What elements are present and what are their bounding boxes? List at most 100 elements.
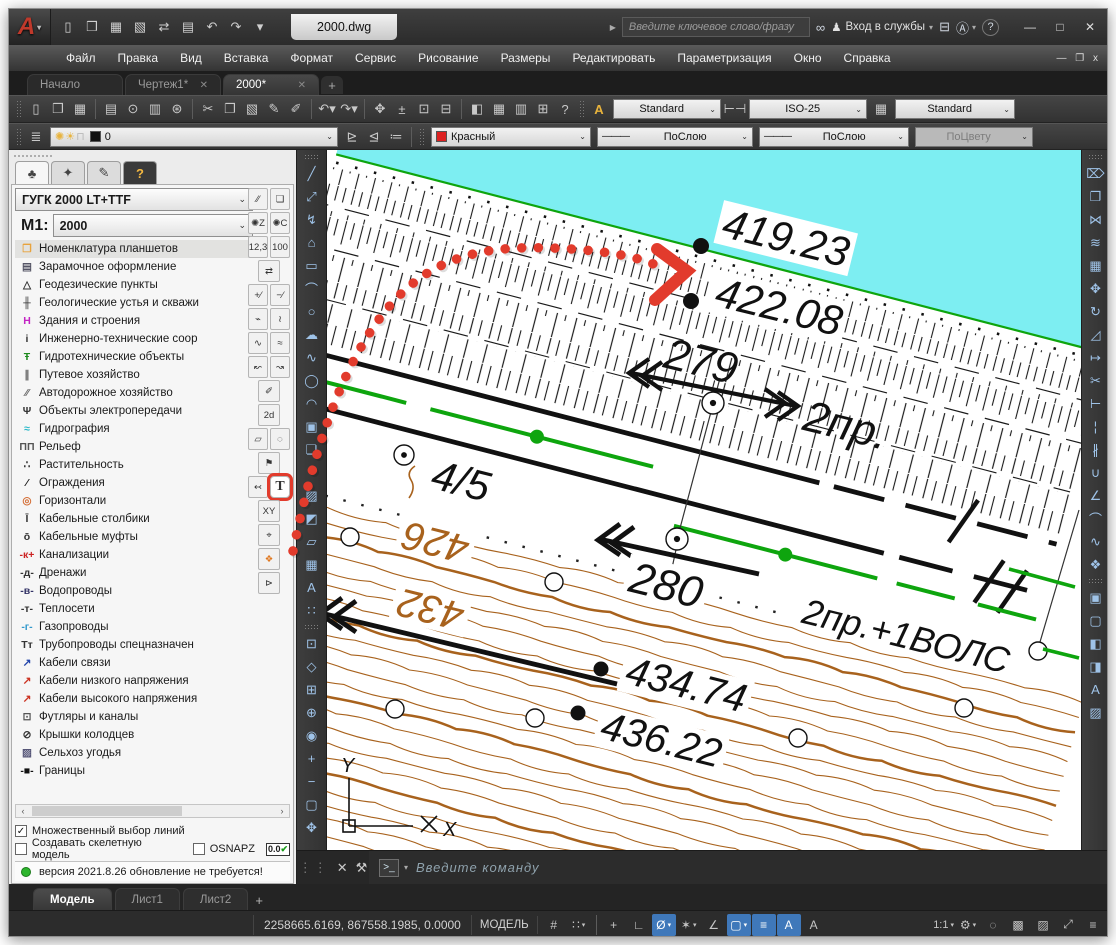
list-item[interactable]: ▨Сельхоз угодья: [15, 744, 253, 762]
color-combo[interactable]: Красный⌄: [431, 127, 591, 147]
menu-3[interactable]: Вид: [169, 47, 213, 69]
zoom-out-button[interactable]: −: [300, 770, 324, 793]
draw-line-button[interactable]: ╱: [300, 162, 324, 185]
scrollbar-thumb[interactable]: [32, 806, 182, 816]
lineweight-combo[interactable]: ———ПоСлою⌄: [597, 127, 753, 147]
copy-button[interactable]: ❐: [1084, 185, 1108, 208]
draw-polyline-button[interactable]: ↯: [300, 208, 324, 231]
select-linetype-button[interactable]: ∕∕: [248, 188, 268, 210]
text-style-icon[interactable]: A: [588, 98, 610, 120]
arrow-curve-alt-button[interactable]: ↝: [270, 356, 290, 378]
break-at-point-button[interactable]: ¦: [1084, 415, 1108, 438]
selection-cycling-button[interactable]: ▢▾: [727, 914, 751, 936]
draw-arc-button[interactable]: ⌒: [300, 277, 324, 300]
classifier-combo[interactable]: ГУГК 2000 LT+TTF⌄: [15, 188, 253, 211]
tools-wrench-icon[interactable]: ⚒: [356, 860, 368, 876]
erase-button[interactable]: ⌦: [1084, 162, 1108, 185]
qat-saveas-button[interactable]: ▧: [129, 16, 151, 38]
list-item[interactable]: ⁄⁄Автодорожное хозяйство: [15, 384, 253, 402]
command-line[interactable]: ⋮⋮ ✕ ⚒ >_ ▾ Введите команду: [297, 850, 1108, 884]
scale-button[interactable]: ◿: [1084, 323, 1108, 346]
menu-1[interactable]: Файл: [55, 47, 107, 69]
lasso-contour-button[interactable]: ◌: [270, 428, 290, 450]
blend-curves-button[interactable]: ∿: [1084, 530, 1108, 553]
search-input[interactable]: Введите ключевое слово/фразу: [622, 17, 810, 37]
close-command-icon[interactable]: ✕: [337, 860, 348, 876]
toolbar-grip[interactable]: [419, 128, 425, 146]
palette-grip[interactable]: [13, 151, 53, 160]
model-space-button[interactable]: МОДЕЛЬ: [472, 916, 538, 934]
list-item[interactable]: -к+Канализации: [15, 546, 253, 564]
list-item[interactable]: △Геодезические пункты: [15, 276, 253, 294]
annotation-visibility-button[interactable]: A: [777, 914, 801, 936]
open-file-button[interactable]: ❒: [47, 98, 69, 120]
zoom-all-button[interactable]: ▢: [300, 793, 324, 816]
list-item[interactable]: ∥Путевое хозяйство: [15, 366, 253, 384]
trim-button[interactable]: ✂: [1084, 369, 1108, 392]
layer-previous-button[interactable]: ⊴: [363, 126, 385, 148]
qat-new-button[interactable]: ▯: [57, 16, 79, 38]
multi-select-checkbox[interactable]: ✓: [15, 825, 27, 837]
draw-xline-button[interactable]: ⤢: [300, 185, 324, 208]
qat-open-button[interactable]: ❒: [81, 16, 103, 38]
polar-tracking-button[interactable]: ✶▾: [677, 914, 701, 936]
draw-table-button[interactable]: ▦: [300, 553, 324, 576]
qat-undo-button[interactable]: ↶: [201, 16, 223, 38]
match-properties-button[interactable]: ✎: [263, 98, 285, 120]
arrow-curve-button[interactable]: ↜: [248, 356, 268, 378]
list-item[interactable]: -т-Теплосети: [15, 600, 253, 618]
maximize-button[interactable]: □: [1045, 15, 1075, 39]
table-style-combo[interactable]: Standard⌄: [895, 99, 1015, 119]
menu-4[interactable]: Вставка: [213, 47, 280, 69]
command-input[interactable]: Введите команду: [416, 860, 540, 875]
command-grip[interactable]: ⋮⋮: [299, 860, 329, 876]
tool-palettes-button[interactable]: ▥: [510, 98, 532, 120]
swap-direction-button[interactable]: ⇄: [258, 260, 280, 282]
signin-button[interactable]: ♟Вход в службы▾: [831, 20, 933, 34]
toolbar-grip[interactable]: [304, 624, 320, 630]
dynamic-input-button[interactable]: ∠: [702, 914, 726, 936]
menu-5[interactable]: Формат: [279, 47, 344, 69]
curve-tool-alt-button[interactable]: ≈: [270, 332, 290, 354]
draw-polygon-button[interactable]: ⌂: [300, 231, 324, 254]
list-item[interactable]: ▤Зарамочное оформление: [15, 258, 253, 276]
customize-menu-button[interactable]: ≡: [1081, 914, 1105, 936]
zoom-center-button[interactable]: ⊕: [300, 701, 324, 724]
stretch-button[interactable]: ↦: [1084, 346, 1108, 369]
blocks-convert-button[interactable]: ❖: [258, 548, 280, 570]
close-button[interactable]: ✕: [1075, 15, 1105, 39]
chevron-down-icon[interactable]: ▾: [404, 863, 408, 872]
zoom-scale-button[interactable]: ⊞: [300, 678, 324, 701]
menu-10[interactable]: Параметризация: [666, 47, 782, 69]
help-icon[interactable]: ?: [982, 19, 999, 36]
zoom-extents-button[interactable]: ✥: [300, 816, 324, 839]
fillet-button[interactable]: ⌒: [1084, 507, 1108, 530]
print-button[interactable]: ▤: [100, 98, 122, 120]
menu-9[interactable]: Редактировать: [561, 47, 666, 69]
paste-button[interactable]: ▧: [241, 98, 263, 120]
text-to-front-button[interactable]: A: [1084, 678, 1108, 701]
hatch-flag-button[interactable]: ⚑: [258, 452, 280, 474]
bring-above-button[interactable]: ◧: [1084, 632, 1108, 655]
zoom-realtime-button[interactable]: ±: [391, 98, 413, 120]
list-item[interactable]: ↗Кабели связи: [15, 654, 253, 672]
tab-objects[interactable]: ♣: [15, 161, 49, 184]
qat-save-button[interactable]: ▦: [105, 16, 127, 38]
layer-lock-icon[interactable]: ⊓: [76, 131, 85, 143]
join-button[interactable]: ∪: [1084, 461, 1108, 484]
infer-constraints-button[interactable]: +: [602, 914, 626, 936]
toolbar-grip[interactable]: [16, 100, 22, 118]
list-item[interactable]: HЗдания и строения: [15, 312, 253, 330]
extend-button[interactable]: ⊢: [1084, 392, 1108, 415]
toolbar-grip[interactable]: [579, 100, 585, 118]
draw-region-button[interactable]: ▱: [300, 530, 324, 553]
toolbar-grip[interactable]: [1088, 578, 1104, 584]
toolbar-grip[interactable]: [304, 154, 320, 160]
curve-tool-button[interactable]: ∿: [248, 332, 268, 354]
list-item[interactable]: iИнженерно-технические соор: [15, 330, 253, 348]
insert-c-symbol-button[interactable]: ✺C: [270, 212, 290, 234]
list-item[interactable]: -в-Водопроводы: [15, 582, 253, 600]
workspace-switch-button[interactable]: ⚙▾: [956, 914, 980, 936]
zoom-dynamic-button[interactable]: ◇: [300, 655, 324, 678]
list-item[interactable]: ◎Горизонтали: [15, 492, 253, 510]
